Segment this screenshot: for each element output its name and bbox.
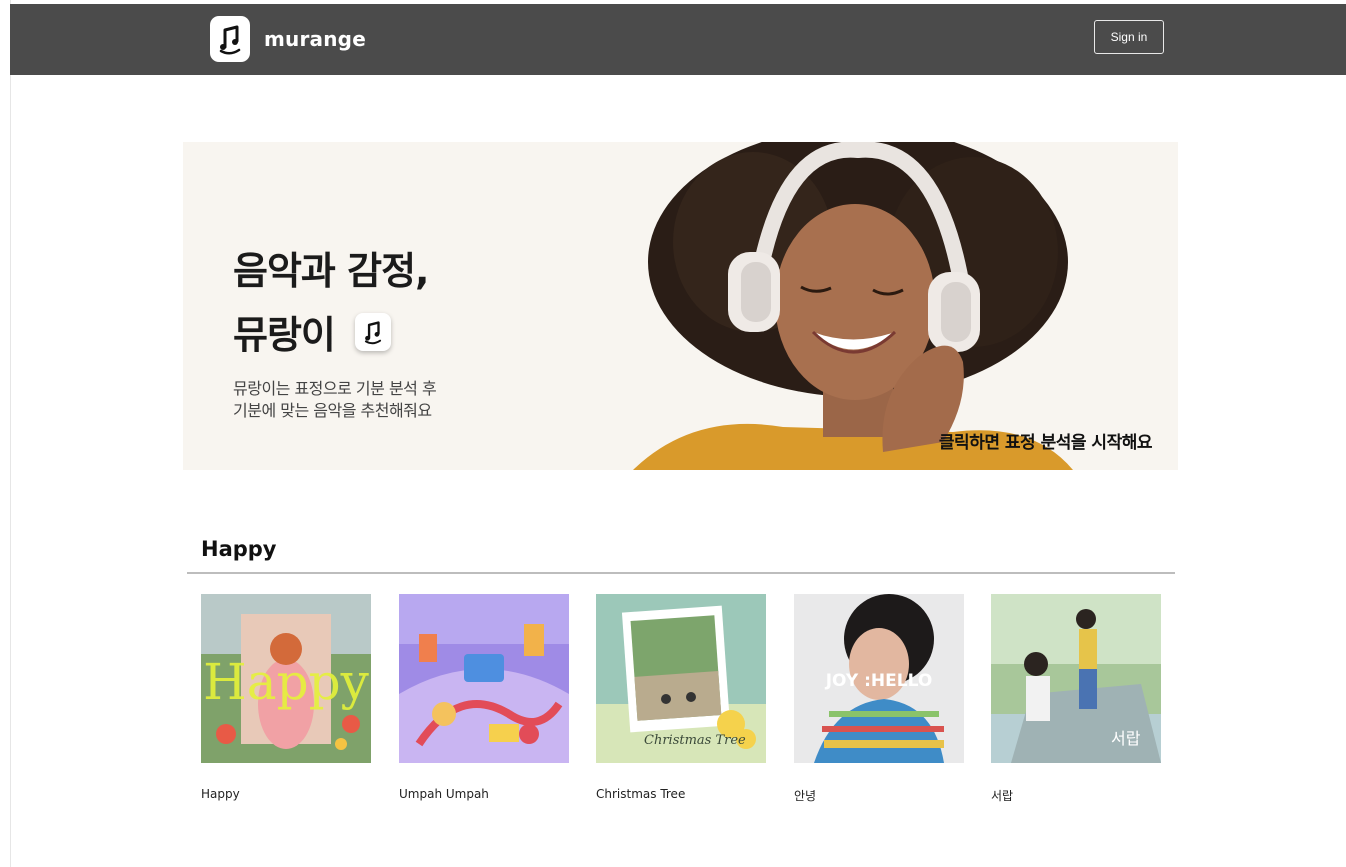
hero-title-line2: 뮤랑이 — [233, 304, 391, 359]
top-navbar: murange Sign in — [10, 4, 1346, 75]
sign-in-button[interactable]: Sign in — [1094, 20, 1164, 54]
album-cover-text: 서랍 — [1111, 729, 1141, 748]
hero-desc-line2: 기분에 맞는 음악을 추천해줘요 — [233, 401, 432, 420]
album-card[interactable]: Happy Happy — [201, 594, 371, 801]
window-left-edge — [0, 0, 11, 867]
brand-name: murange — [264, 27, 366, 51]
album-cover[interactable] — [399, 594, 569, 763]
album-cover-text: Christmas Tree — [644, 733, 746, 748]
album-cover[interactable]: JOY :HELLO — [794, 594, 964, 763]
album-card[interactable]: JOY :HELLO 안녕 — [794, 594, 964, 803]
woman-headphones-photo — [633, 142, 1073, 470]
album-card[interactable]: Christmas Tree Christmas Tree — [596, 594, 766, 801]
hero-banner[interactable]: 음악과 감정, 뮤랑이 뮤랑이는 표정으로 기분 분석 후 기분에 맞는 음악을… — [183, 142, 1178, 470]
album-title[interactable]: Happy — [201, 787, 240, 801]
album-title[interactable]: 서랍 — [991, 787, 1013, 804]
hero-desc-line1: 뮤랑이는 표정으로 기분 분석 후 — [233, 379, 437, 398]
hero-title-line1: 음악과 감정, — [233, 249, 429, 293]
album-cover[interactable]: 서랍 — [991, 594, 1161, 763]
section-title: Happy — [201, 537, 277, 561]
album-title[interactable]: Umpah Umpah — [399, 787, 489, 801]
section-divider — [187, 572, 1175, 574]
album-title[interactable]: Christmas Tree — [596, 787, 685, 801]
hero-brand-text: 뮤랑이 — [233, 313, 336, 357]
album-title[interactable]: 안녕 — [794, 787, 816, 804]
brand-logo[interactable]: murange — [210, 16, 366, 62]
music-note-smile-icon — [210, 16, 250, 62]
album-card[interactable]: Umpah Umpah — [399, 594, 569, 801]
album-cover[interactable]: Happy — [201, 594, 371, 763]
music-note-smile-icon — [354, 312, 391, 351]
album-cover-text: Happy — [203, 653, 369, 711]
album-cover-text: JOY :HELLO — [825, 671, 933, 691]
start-analysis-link[interactable]: 클릭하면 표정 분석을 시작해요 — [939, 428, 1153, 453]
album-card[interactable]: 서랍 서랍 — [991, 594, 1161, 803]
hero-description: 뮤랑이는 표정으로 기분 분석 후 기분에 맞는 음악을 추천해줘요 — [233, 378, 437, 422]
album-cover[interactable]: Christmas Tree — [596, 594, 766, 763]
